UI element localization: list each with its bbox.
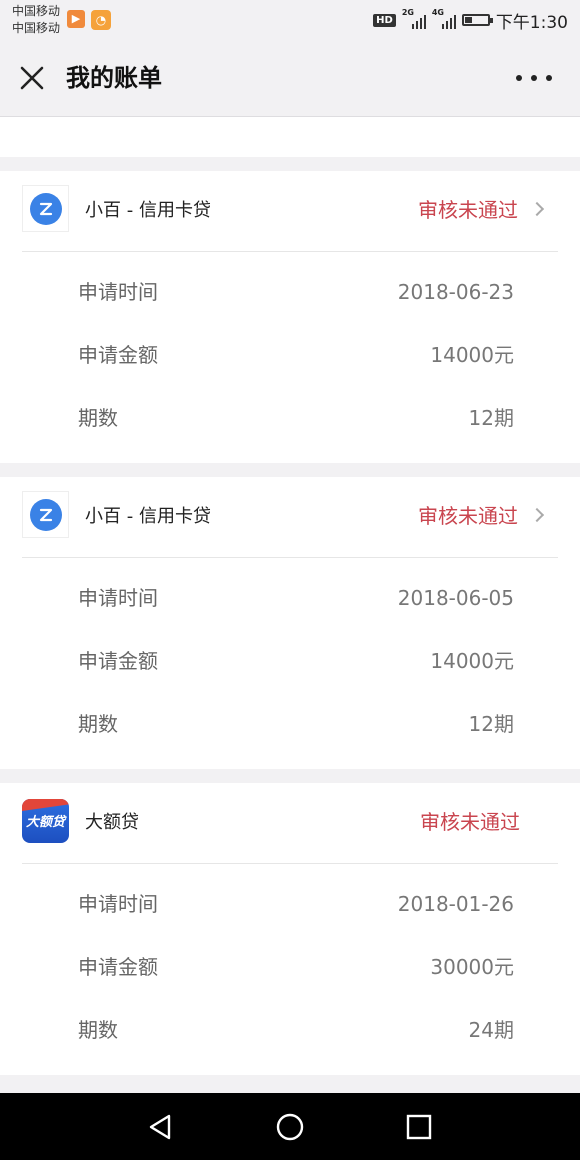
detail-value: 12期 (468, 406, 514, 430)
detail-label: 申请时间 (78, 892, 158, 916)
status-indicators: HD 2G 4G 下午1:30 (373, 8, 568, 33)
carrier-2: 中国移动 (12, 21, 61, 35)
detail-label: 申请金额 (78, 649, 158, 673)
more-options-icon[interactable] (516, 66, 552, 90)
detail-value: 24期 (468, 1018, 514, 1042)
app-notification-icon: ◔ (91, 10, 111, 30)
status-badge: 审核未通过 (420, 810, 520, 834)
loan-card: 大额贷 大额贷 审核未通过 申请时间 2018-01-26 申请金额 30000… (0, 783, 580, 1075)
loan-card-header[interactable]: 大额贷 大额贷 审核未通过 (22, 783, 558, 864)
page-title: 我的账单 (66, 64, 162, 92)
detail-value: 12期 (468, 712, 514, 736)
clock: 下午1:30 (495, 12, 568, 33)
battery-icon (461, 14, 493, 26)
dae-dai-logo-icon: 大额贷 (22, 797, 69, 844)
detail-row-apply-amount: 申请金额 14000元 (0, 629, 580, 692)
loan-card-header[interactable]: 小百 - 信用卡贷 审核未通过 (22, 477, 558, 558)
status-badge: 审核未通过 (418, 504, 518, 528)
product-name: 大额贷 (85, 812, 139, 833)
bill-list: 小百 - 信用卡贷 审核未通过 申请时间 2018-06-23 申请金额 140… (0, 117, 580, 1093)
detail-label: 期数 (78, 1018, 118, 1042)
loan-card: 小百 - 信用卡贷 审核未通过 申请时间 2018-06-05 申请金额 140… (0, 477, 580, 769)
battery-level (464, 17, 472, 23)
detail-row-apply-amount: 申请金额 14000元 (0, 323, 580, 386)
hd-voice-icon: HD (373, 13, 396, 27)
product-name: 小百 - 信用卡贷 (85, 506, 211, 527)
detail-row-apply-amount: 申请金额 30000元 (0, 935, 580, 998)
signal-2g-icon: 2G (402, 8, 426, 29)
detail-row-periods: 期数 12期 (0, 692, 580, 755)
detail-row-apply-time: 申请时间 2018-01-26 (0, 872, 580, 935)
back-triangle-icon[interactable] (145, 1111, 177, 1143)
carrier-1: 中国移动 (12, 4, 61, 18)
chevron-right-icon (529, 507, 545, 523)
detail-label: 申请时间 (78, 586, 158, 610)
system-nav-bar (0, 1093, 580, 1160)
xiaobai-logo-icon (22, 491, 69, 538)
product-name: 小百 - 信用卡贷 (85, 200, 211, 221)
xiaobai-logo-icon (22, 185, 69, 232)
close-icon[interactable] (18, 64, 46, 92)
detail-label: 申请时间 (78, 280, 158, 304)
loan-card-header[interactable]: 小百 - 信用卡贷 审核未通过 (22, 171, 558, 252)
status-bar: 中国移动 中国移动 ▶ ◔ HD 2G 4G 下午1:30 (0, 0, 580, 40)
detail-row-periods: 期数 24期 (0, 998, 580, 1061)
detail-value: 2018-01-26 (397, 892, 514, 916)
carrier-labels: 中国移动 中国移动 (12, 3, 60, 37)
app-header: 我的账单 (0, 40, 580, 117)
loan-card: 小百 - 信用卡贷 审核未通过 申请时间 2018-06-23 申请金额 140… (0, 171, 580, 463)
detail-value: 14000元 (430, 649, 514, 673)
detail-label: 期数 (78, 406, 118, 430)
detail-row-periods: 期数 12期 (0, 386, 580, 449)
home-circle-icon[interactable] (274, 1111, 306, 1143)
video-app-notification-icon: ▶ (67, 10, 85, 28)
detail-value: 2018-06-23 (397, 280, 514, 304)
detail-label: 期数 (78, 712, 118, 736)
detail-row-apply-time: 申请时间 2018-06-23 (0, 260, 580, 323)
detail-label: 申请金额 (78, 955, 158, 979)
recents-square-icon[interactable] (403, 1111, 435, 1143)
detail-row-apply-time: 申请时间 2018-06-05 (0, 566, 580, 629)
status-badge: 审核未通过 (418, 198, 518, 222)
detail-value: 14000元 (430, 343, 514, 367)
detail-label: 申请金额 (78, 343, 158, 367)
chevron-right-icon (529, 201, 545, 217)
top-spacer (0, 117, 580, 157)
detail-value: 2018-06-05 (397, 586, 514, 610)
signal-4g-icon: 4G (432, 8, 456, 29)
detail-value: 30000元 (430, 955, 514, 979)
